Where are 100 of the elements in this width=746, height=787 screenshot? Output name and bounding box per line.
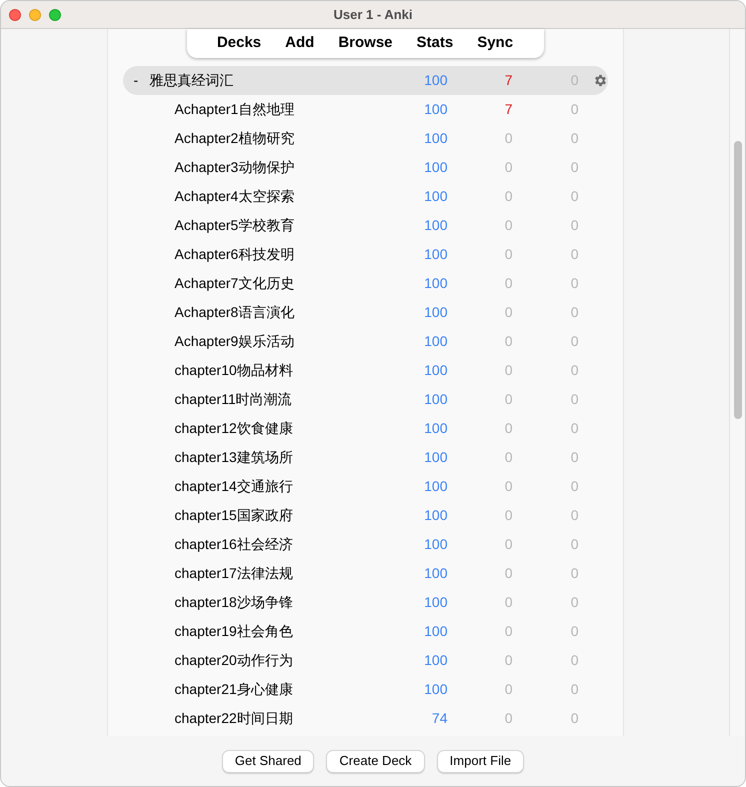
card-count: 100	[424, 362, 448, 378]
card-count: 0	[570, 130, 578, 146]
card-count: 100	[424, 304, 448, 320]
card-count: 100	[424, 391, 448, 407]
deck-name[interactable]: chapter16社会经济	[174, 536, 293, 552]
card-count: 100	[424, 623, 448, 639]
card-count: 0	[570, 101, 578, 117]
deck-name[interactable]: Achapter3动物保护	[174, 159, 294, 175]
deck-name[interactable]: Achapter4太空探索	[174, 188, 294, 204]
card-count: 0	[570, 710, 578, 726]
deck-name[interactable]: chapter18沙场争锋	[174, 594, 293, 610]
deck-name[interactable]: chapter10物品材料	[174, 362, 293, 378]
deck-name[interactable]: chapter11时尚潮流	[174, 391, 292, 407]
minimize-button[interactable]	[29, 8, 41, 20]
deck-name[interactable]: chapter12饮食健康	[174, 420, 293, 436]
card-count: 0	[504, 507, 512, 523]
card-count: 0	[504, 304, 512, 320]
window-title: User 1 - Anki	[332, 6, 414, 24]
toolbar-link[interactable]: Browse	[330, 32, 400, 55]
card-count: 0	[570, 594, 578, 610]
card-count: 100	[424, 275, 448, 291]
settings-icon[interactable]	[592, 73, 608, 88]
card-count: 0	[570, 478, 578, 494]
action-button[interactable]: Import File	[436, 750, 524, 772]
card-count: 0	[504, 710, 512, 726]
card-count: 0	[504, 536, 512, 552]
deck-name[interactable]: Achapter7文化历史	[174, 275, 294, 291]
action-button[interactable]: Create Deck	[326, 750, 425, 772]
collapse-toggle[interactable]: -	[134, 70, 138, 91]
toolbar-link[interactable]: Sync	[469, 32, 522, 55]
card-count: 100	[424, 681, 448, 697]
card-count: 0	[504, 594, 512, 610]
card-count: 0	[504, 130, 512, 146]
action-button[interactable]: Get Shared	[222, 750, 314, 772]
toolbar-link[interactable]: Stats	[408, 32, 462, 55]
card-count: 7	[504, 101, 512, 117]
deck-name[interactable]: Achapter9娱乐活动	[174, 333, 294, 349]
toolbar-link[interactable]: Add	[277, 32, 322, 55]
card-count: 0	[570, 565, 578, 581]
card-count: 0	[504, 681, 512, 697]
card-count: 0	[570, 391, 578, 407]
deck-name[interactable]: chapter15国家政府	[174, 507, 293, 523]
card-count: 100	[424, 159, 448, 175]
card-count: 0	[504, 362, 512, 378]
card-count: 0	[570, 536, 578, 552]
card-count: 0	[504, 623, 512, 639]
card-count: 0	[570, 652, 578, 668]
card-count: 0	[504, 420, 512, 436]
scrollbar-thumb[interactable]	[734, 141, 742, 419]
deck-name[interactable]: Achapter2植物研究	[174, 130, 294, 146]
card-count: 0	[570, 304, 578, 320]
card-count: 0	[504, 217, 512, 233]
card-count: 100	[424, 594, 448, 610]
card-count: 0	[570, 217, 578, 233]
deck-name[interactable]: chapter21身心健康	[174, 681, 293, 697]
card-count: 0	[570, 681, 578, 697]
deck-name[interactable]: chapter20动作行为	[174, 652, 293, 668]
card-count: 0	[504, 478, 512, 494]
toolbar-link[interactable]: Decks	[208, 32, 270, 55]
zoom-button[interactable]	[49, 8, 61, 20]
card-count: 0	[570, 362, 578, 378]
deck-name[interactable]: Achapter1自然地理	[174, 101, 294, 117]
card-count: 100	[424, 130, 448, 146]
card-count: 100	[424, 652, 448, 668]
card-count: 100	[424, 101, 448, 117]
card-count: 7	[504, 72, 512, 88]
card-count: 0	[570, 420, 578, 436]
card-count: 0	[570, 333, 578, 349]
card-count: 0	[570, 507, 578, 523]
deck-name[interactable]: chapter22时间日期	[174, 710, 293, 726]
card-count: 0	[570, 449, 578, 465]
card-count: 0	[504, 565, 512, 581]
card-count: 0	[570, 159, 578, 175]
card-count: 74	[432, 710, 448, 726]
deck-name[interactable]: chapter19社会角色	[174, 623, 293, 639]
card-count: 100	[424, 72, 448, 88]
card-count: 0	[504, 652, 512, 668]
close-button[interactable]	[9, 8, 21, 20]
deck-name[interactable]: chapter14交通旅行	[174, 478, 293, 494]
card-count: 0	[504, 246, 512, 262]
card-count: 100	[424, 217, 448, 233]
card-count: 100	[424, 420, 448, 436]
deck-name[interactable]: Achapter6科技发明	[174, 246, 294, 262]
card-count: 0	[504, 159, 512, 175]
card-count: 100	[424, 246, 448, 262]
deck-name[interactable]: chapter13建筑场所	[174, 449, 293, 465]
card-count: 100	[424, 478, 448, 494]
deck-name[interactable]: Achapter8语言演化	[174, 304, 294, 320]
card-count: 0	[504, 275, 512, 291]
card-count: 100	[424, 449, 448, 465]
card-count: 100	[424, 536, 448, 552]
deck-name[interactable]: 雅思真经词汇	[150, 72, 234, 88]
card-count: 0	[504, 449, 512, 465]
card-count: 0	[504, 333, 512, 349]
deck-name[interactable]: chapter17法律法规	[174, 565, 293, 581]
deck-name[interactable]: Achapter5学校教育	[174, 217, 294, 233]
card-count: 100	[424, 507, 448, 523]
card-count: 0	[504, 188, 512, 204]
card-count: 0	[570, 275, 578, 291]
card-count: 0	[570, 188, 578, 204]
